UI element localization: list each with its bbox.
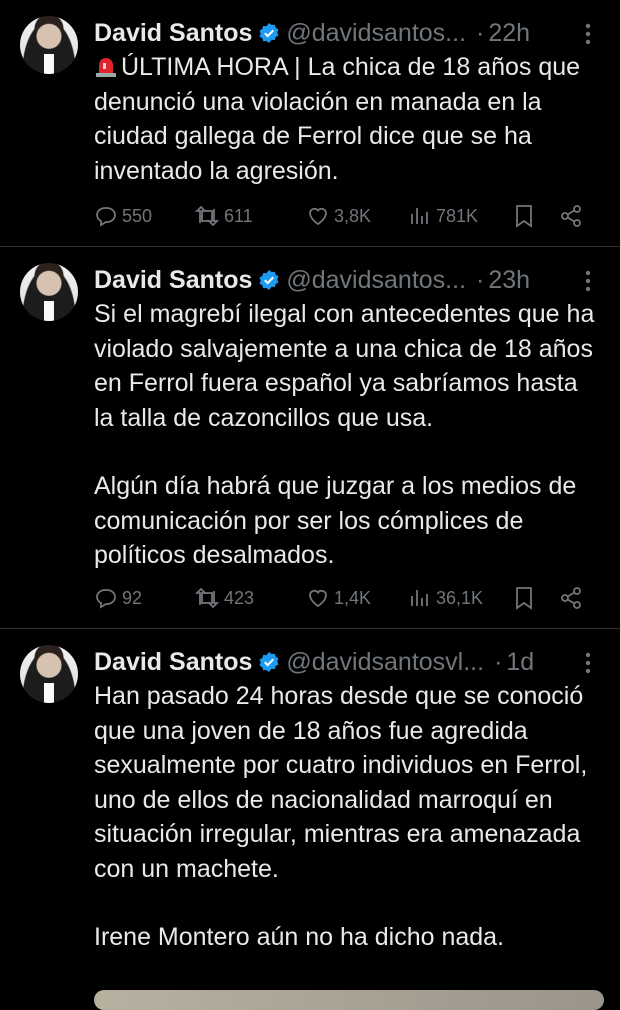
repost-button[interactable]: 611 xyxy=(194,204,306,228)
repost-count: 611 xyxy=(224,205,253,226)
reply-count: 92 xyxy=(122,587,143,608)
timestamp[interactable]: 1d xyxy=(506,648,534,677)
reply-button[interactable]: 550 xyxy=(94,204,194,228)
share-icon xyxy=(561,587,581,609)
more-options-icon[interactable] xyxy=(576,651,600,675)
views-icon xyxy=(411,590,428,606)
avatar[interactable] xyxy=(20,263,78,321)
views-button[interactable]: 781K xyxy=(408,204,513,228)
more-options-icon[interactable] xyxy=(576,22,600,46)
like-button[interactable]: 3,8K xyxy=(306,204,408,228)
views-button[interactable]: 36,1K xyxy=(408,586,513,610)
more-options-icon[interactable] xyxy=(576,269,600,293)
view-count: 36,1K xyxy=(436,587,484,608)
author-name[interactable]: David Santos xyxy=(94,648,252,677)
share-button[interactable] xyxy=(559,586,587,610)
tweet-actions: 550 611 3,8K 781K xyxy=(94,201,602,231)
bookmark-button[interactable] xyxy=(513,586,559,610)
timestamp[interactable]: 22h xyxy=(488,19,530,48)
share-icon xyxy=(561,205,581,227)
tweet-text: ÚLTIMA HORA | La chica de 18 años que de… xyxy=(94,50,602,188)
tweet[interactable]: David Santos @davidsantos... · 22h ÚLTIM… xyxy=(0,0,620,247)
tweet-paragraph: ÚLTIMA HORA | La chica de 18 años que de… xyxy=(94,53,581,185)
reply-count: 550 xyxy=(122,205,153,226)
repost-icon xyxy=(194,205,220,227)
repost-button[interactable]: 423 xyxy=(194,586,306,610)
tweet-header: David Santos @davidsantos... · 23h xyxy=(94,263,602,297)
share-button[interactable] xyxy=(559,204,587,228)
author-name[interactable]: David Santos xyxy=(94,19,252,48)
repost-count: 423 xyxy=(224,587,255,608)
bookmark-icon xyxy=(516,587,532,610)
bookmark-button[interactable] xyxy=(513,204,559,228)
separator-dot: · xyxy=(494,647,503,676)
reply-button[interactable]: 92 xyxy=(94,586,194,610)
tweet-actions: 92 423 1,4K 36,1K xyxy=(94,583,602,613)
verified-badge-icon xyxy=(258,269,280,291)
repost-icon xyxy=(194,587,220,609)
avatar[interactable] xyxy=(20,645,78,703)
author-handle[interactable]: @davidsantosvl... xyxy=(286,648,484,677)
tweet-paragraph: Irene Montero aún no ha dicho nada. xyxy=(94,923,505,951)
bookmark-icon xyxy=(516,205,532,228)
reply-icon xyxy=(96,207,116,227)
media-preview[interactable] xyxy=(94,990,604,1010)
separator-dot: · xyxy=(476,18,485,47)
tweet-paragraph: Han pasado 24 horas desde que se conoció… xyxy=(94,682,588,883)
tweet-paragraph: Algún día habrá que juzgar a los medios … xyxy=(94,472,577,569)
siren-emoji-icon xyxy=(94,53,118,77)
avatar[interactable] xyxy=(20,16,78,74)
like-button[interactable]: 1,4K xyxy=(306,586,408,610)
tweet-header: David Santos @davidsantosvl... · 1d xyxy=(94,645,602,679)
view-count: 781K xyxy=(436,205,479,226)
reply-icon xyxy=(96,589,116,609)
like-count: 1,4K xyxy=(334,587,372,608)
like-count: 3,8K xyxy=(334,205,372,226)
verified-badge-icon xyxy=(258,22,280,44)
tweet-paragraph: Si el magrebí ilegal con antecedentes qu… xyxy=(94,300,595,432)
tweet[interactable]: David Santos @davidsantos... · 23h Si el… xyxy=(0,247,620,629)
separator-dot: · xyxy=(476,265,485,294)
heart-icon xyxy=(309,207,327,226)
verified-badge-icon xyxy=(258,651,280,673)
tweet[interactable]: David Santos @davidsantosvl... · 1d Han … xyxy=(0,629,620,1000)
timestamp[interactable]: 23h xyxy=(488,266,530,295)
author-handle[interactable]: @davidsantos... xyxy=(286,266,466,295)
tweet-text: Si el magrebí ilegal con antecedentes qu… xyxy=(94,297,602,573)
tweet-header: David Santos @davidsantos... · 22h xyxy=(94,16,602,50)
author-handle[interactable]: @davidsantos... xyxy=(286,19,466,48)
tweet-text: Han pasado 24 horas desde que se conoció… xyxy=(94,679,602,955)
views-icon xyxy=(411,208,428,224)
author-name[interactable]: David Santos xyxy=(94,266,252,295)
heart-icon xyxy=(309,589,327,608)
